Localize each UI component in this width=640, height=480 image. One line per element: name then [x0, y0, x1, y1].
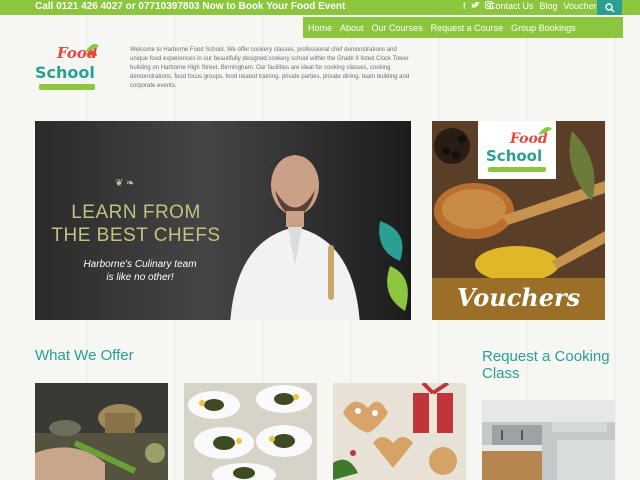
nav-home[interactable]: Home: [308, 23, 332, 33]
top-bar: Call 0121 426 4027 or 07710397803 Now to…: [0, 0, 640, 15]
nav-group-bookings[interactable]: Group Bookings: [511, 23, 576, 33]
offer-image-dining[interactable]: [184, 383, 317, 480]
svg-text:School: School: [486, 147, 542, 165]
offer-image-baking[interactable]: [333, 383, 466, 480]
what-we-offer-title: What We Offer: [35, 347, 134, 364]
blog-link[interactable]: Blog: [540, 1, 558, 11]
request-class-title[interactable]: Request a Cooking Class: [482, 348, 622, 382]
nav-request-a-course[interactable]: Request a Course: [431, 23, 504, 33]
hero-headline: LEARN FROM THE BEST CHEFS: [51, 202, 221, 246]
leaves-decoration: [379, 221, 408, 311]
search-icon: [604, 2, 614, 12]
chef-photo: [230, 155, 360, 320]
vouchers-label: Vouchers: [456, 283, 581, 312]
hero-banner[interactable]: ❦ ❧ LEARN FROM THE BEST CHEFS Harborne's…: [35, 121, 411, 320]
facebook-icon[interactable]: f: [463, 1, 466, 11]
contact-us-link[interactable]: Contact Us: [489, 1, 534, 11]
nav-our-courses[interactable]: Our Courses: [372, 23, 423, 33]
cooking-class-kitchen-image[interactable]: [482, 400, 615, 480]
phone-banner[interactable]: Call 0121 426 4027 or 07710397803 Now to…: [35, 1, 345, 12]
site-logo[interactable]: Food School: [35, 40, 101, 92]
intro-paragraph: Welcome to Harborne Food School. We offe…: [130, 47, 410, 89]
nav-about[interactable]: About: [340, 23, 364, 33]
ornament-icon: ❦ ❧: [115, 178, 135, 189]
svg-text:School: School: [35, 63, 95, 82]
offer-image-cooking[interactable]: [35, 383, 168, 480]
search-button[interactable]: [597, 0, 622, 15]
hero-subline: Harborne's Culinary team is like no othe…: [83, 259, 197, 283]
vouchers-logo-card: Food School: [478, 121, 556, 179]
top-links: Contact Us Blog Vouchers: [489, 1, 601, 11]
twitter-icon[interactable]: [470, 1, 480, 11]
vouchers-link[interactable]: Vouchers: [564, 1, 602, 11]
main-nav: Home About Our Courses Request a Course …: [303, 17, 623, 38]
vouchers-promo[interactable]: Food School Vouchers: [432, 121, 605, 320]
